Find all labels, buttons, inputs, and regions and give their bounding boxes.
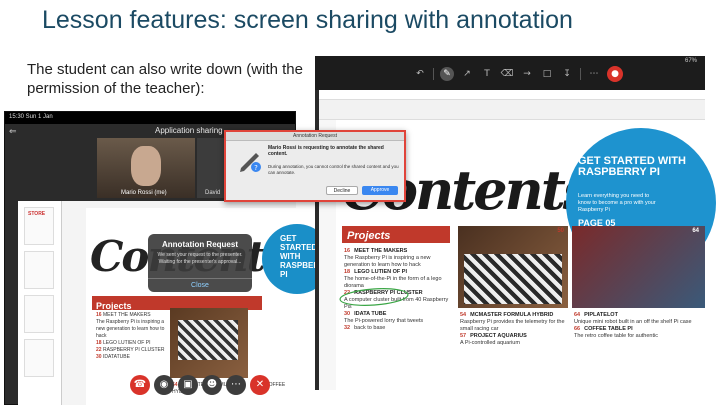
app-title: Application sharing: [155, 126, 223, 135]
stop-annotation-icon[interactable]: ●: [607, 66, 623, 82]
share-icon[interactable]: ▣: [178, 375, 198, 395]
dialog-title: Annotation Request: [226, 132, 404, 141]
page-thumbnail[interactable]: [24, 339, 54, 377]
annotation-waiting-modal: Annotation Request We sent your request …: [148, 234, 252, 292]
shape-icon[interactable]: □: [540, 67, 554, 81]
list-item: 64 PIPLATELOT Unique mini robot built in a…: [574, 312, 692, 325]
list-item: 16 MEET THE MAKERS: [96, 312, 151, 318]
page-thumbnail[interactable]: [24, 251, 54, 289]
document-toolbar: [319, 100, 705, 120]
list-item: 54 MCMASTER FORMULA HYBRID Raspberry Pi pr…: [460, 312, 565, 332]
annotation-request-dialog: Annotation Request ? Mario Rossi is requ…: [224, 130, 406, 202]
save-icon[interactable]: ↧: [560, 67, 574, 81]
svg-text:?: ?: [254, 164, 258, 172]
document-title-bar: [319, 90, 705, 100]
annotation-toolbar-area: 67% ↶ ✎ ↗ T ⌫ → □ ↧ ⋯ ●: [315, 56, 705, 90]
modal-body: We sent your request to the presenter. W…: [157, 252, 243, 265]
modal-title: Annotation Request: [162, 240, 238, 249]
undo-icon[interactable]: ↶: [413, 67, 427, 81]
slide-title: Lesson features: screen sharing with ann…: [42, 6, 573, 34]
arrow-icon[interactable]: →: [520, 67, 534, 81]
list-item: 16 MEET THE MAKERS The Raspberry Pi is ins…: [344, 248, 431, 268]
more-icon[interactable]: ⋯: [226, 375, 246, 395]
list-item: 32 back to base: [344, 325, 386, 331]
page-thumbnail[interactable]: [24, 295, 54, 333]
camera-icon[interactable]: ◉: [154, 375, 174, 395]
contents-column-2: 54 MCMASTER FORMULA HYBRID Raspberry Pi pr…: [460, 312, 568, 347]
list-item: 30 IDATATUBE: [96, 354, 130, 360]
list-item: 18 LEGO LUTIEN OF PI: [96, 340, 151, 346]
battery-status: 67%: [684, 58, 697, 64]
decline-button[interactable]: Decline: [326, 186, 358, 195]
contents-list: 16 MEET THE MAKERS The Raspberry Pi is i…: [96, 312, 166, 361]
text-icon[interactable]: T: [480, 67, 494, 81]
leave-icon[interactable]: ✕: [250, 375, 270, 395]
thumbnail-panel: STORE: [18, 201, 62, 405]
end-call-icon[interactable]: ☎: [130, 375, 150, 395]
contents-column-3: 64 PIPLATELOT Unique mini robot built in a…: [574, 312, 702, 340]
list-item: 66 COFFEE TABLE PI The retro coffee table …: [574, 326, 658, 339]
list-item: The Raspberry Pi is inspiring a new gene…: [96, 319, 165, 339]
request-detail: During annotation, you cannot control th…: [268, 164, 399, 175]
list-item: 22 RASPBERRY PI CLUSTER: [96, 347, 165, 353]
participant-face: [131, 146, 161, 186]
list-item: 30 IDATA TUBE The Pi-powered lorry that tw…: [344, 311, 424, 324]
video-caption: Mario Rossi (me): [121, 190, 167, 196]
chess-image-right: 50: [458, 226, 568, 308]
approve-button[interactable]: Approve: [362, 186, 398, 195]
request-message: Mario Rossi is requesting to annotate th…: [268, 145, 384, 157]
pen-icon[interactable]: ✎: [440, 67, 454, 81]
close-button[interactable]: Close: [148, 278, 252, 292]
eraser-icon[interactable]: ⌫: [500, 67, 514, 81]
annotation-toolbar: ↶ ✎ ↗ T ⌫ → □ ↧ ⋯ ●: [413, 66, 623, 82]
status-bar: 15:30 Sun 1 Jan: [5, 112, 295, 124]
tablet-toolbar: ☎ ◉ ▣ ☻ ⋯ ✕: [130, 375, 270, 397]
page-thumbnail[interactable]: STORE: [24, 207, 54, 245]
list-item: 57 PROJECT AQUARIUS A Pi-controlled aquari…: [460, 333, 527, 346]
pencil-icon: ?: [240, 153, 261, 172]
chess-image: [170, 308, 248, 378]
participants-icon[interactable]: ☻: [202, 375, 222, 395]
video-caption: David: [205, 190, 221, 196]
highlighter-icon[interactable]: ↗: [460, 67, 474, 81]
projects-header-right: Projects: [342, 226, 450, 243]
more-icon[interactable]: ⋯: [587, 67, 601, 81]
slide-description: The student can also write down (with th…: [27, 61, 303, 97]
video-tile-me[interactable]: Mario Rossi (me): [97, 138, 195, 198]
raspberry-pi-image: 64: [572, 226, 705, 308]
back-icon[interactable]: ⇐: [9, 126, 19, 136]
green-annotation-stroke: [339, 288, 409, 306]
